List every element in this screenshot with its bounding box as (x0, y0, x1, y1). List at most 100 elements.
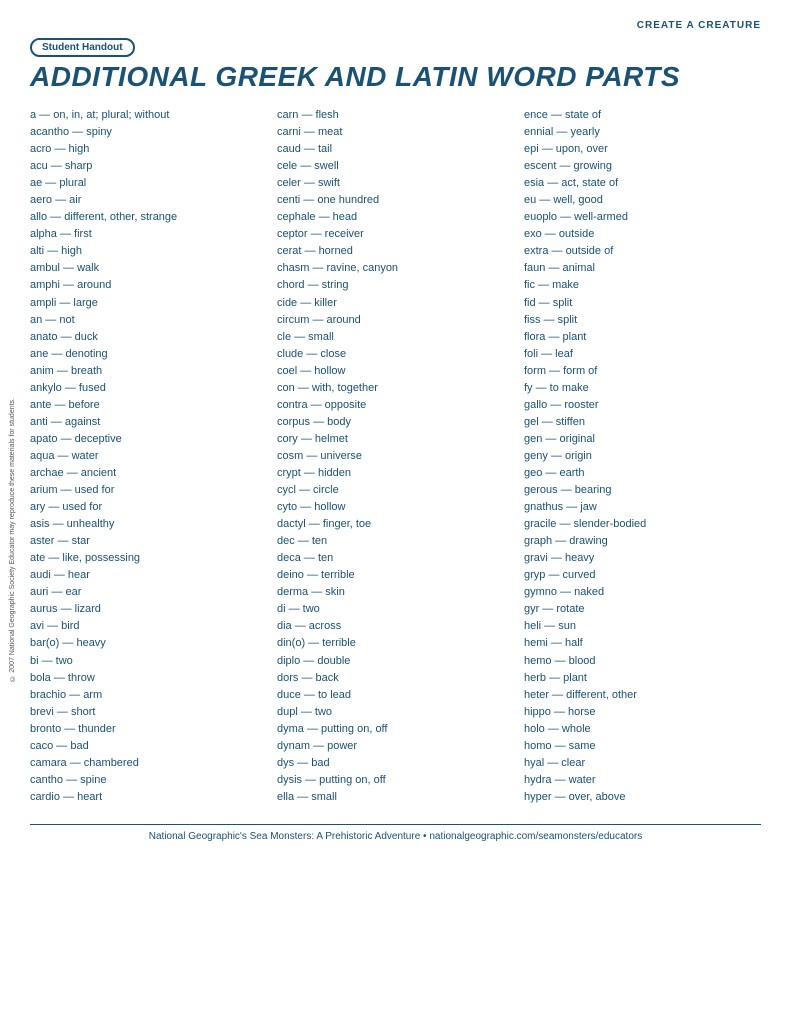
side-copyright: © 2007 National Geographic Society Educa… (8, 398, 17, 682)
list-item: gen — original (524, 431, 761, 448)
list-item: centi — one hundred (277, 192, 514, 209)
list-item: dors — back (277, 670, 514, 687)
list-item: herb — plant (524, 670, 761, 687)
list-item: extra — outside of (524, 243, 761, 260)
list-item: foli — leaf (524, 346, 761, 363)
list-item: cory — helmet (277, 431, 514, 448)
list-item: hyper — over, above (524, 789, 761, 806)
list-item: con — with, together (277, 380, 514, 397)
list-item: cephale — head (277, 209, 514, 226)
list-item: esia — act, state of (524, 175, 761, 192)
badge-label: Student Handout (30, 38, 135, 57)
list-item: cycl — circle (277, 482, 514, 499)
list-item: escent — growing (524, 158, 761, 175)
list-item: clude — close (277, 346, 514, 363)
list-item: geo — earth (524, 465, 761, 482)
list-item: crypt — hidden (277, 465, 514, 482)
list-item: ambul — walk (30, 260, 267, 277)
page-title: ADDITIONAL GREEK AND LATIN WORD PARTS (30, 61, 761, 93)
list-item: arium — used for (30, 482, 267, 499)
list-item: exo — outside (524, 226, 761, 243)
list-item: coel — hollow (277, 363, 514, 380)
list-item: aqua — water (30, 448, 267, 465)
list-item: holo — whole (524, 721, 761, 738)
list-item: form — form of (524, 363, 761, 380)
list-item: archae — ancient (30, 465, 267, 482)
list-item: deino — terrible (277, 567, 514, 584)
list-item: celer — swift (277, 175, 514, 192)
list-item: aero — air (30, 192, 267, 209)
list-item: acro — high (30, 141, 267, 158)
list-item: faun — animal (524, 260, 761, 277)
list-item: a — on, in, at; plural; without (30, 107, 267, 124)
list-item: cerat — horned (277, 243, 514, 260)
list-item: carn — flesh (277, 107, 514, 124)
list-item: brachio — arm (30, 687, 267, 704)
list-item: hemo — blood (524, 653, 761, 670)
list-item: acu — sharp (30, 158, 267, 175)
list-item: euoplo — well-armed (524, 209, 761, 226)
list-item: dysis — putting on, off (277, 772, 514, 789)
list-item: cide — killer (277, 295, 514, 312)
list-item: gravi — heavy (524, 550, 761, 567)
list-item: heli — sun (524, 618, 761, 635)
list-item: heter — different, other (524, 687, 761, 704)
list-item: chasm — ravine, canyon (277, 260, 514, 277)
list-item: audi — hear (30, 567, 267, 584)
list-item: ankylo — fused (30, 380, 267, 397)
list-item: cosm — universe (277, 448, 514, 465)
list-item: ante — before (30, 397, 267, 414)
list-item: gel — stiffen (524, 414, 761, 431)
list-item: contra — opposite (277, 397, 514, 414)
list-item: hydra — water (524, 772, 761, 789)
list-item: brevi — short (30, 704, 267, 721)
list-item: fic — make (524, 277, 761, 294)
list-item: geny — origin (524, 448, 761, 465)
list-item: ence — state of (524, 107, 761, 124)
list-item: anti — against (30, 414, 267, 431)
list-item: carni — meat (277, 124, 514, 141)
list-item: corpus — body (277, 414, 514, 431)
list-item: gymno — naked (524, 584, 761, 601)
list-item: cele — swell (277, 158, 514, 175)
list-item: ceptor — receiver (277, 226, 514, 243)
list-item: homo — same (524, 738, 761, 755)
list-item: avi — bird (30, 618, 267, 635)
list-item: bi — two (30, 653, 267, 670)
list-item: auri — ear (30, 584, 267, 601)
list-item: ary — used for (30, 499, 267, 516)
list-item: diplo — double (277, 653, 514, 670)
list-item: caud — tail (277, 141, 514, 158)
list-item: anim — breath (30, 363, 267, 380)
list-item: ane — denoting (30, 346, 267, 363)
list-item: allo — different, other, strange (30, 209, 267, 226)
list-item: circum — around (277, 312, 514, 329)
list-item: cantho — spine (30, 772, 267, 789)
list-item: deca — ten (277, 550, 514, 567)
list-item: fid — split (524, 295, 761, 312)
list-item: duce — to lead (277, 687, 514, 704)
column-1: a — on, in, at; plural; withoutacantho —… (30, 107, 277, 806)
list-item: aster — star (30, 533, 267, 550)
list-item: hemi — half (524, 635, 761, 652)
list-item: fy — to make (524, 380, 761, 397)
list-item: cle — small (277, 329, 514, 346)
list-item: alti — high (30, 243, 267, 260)
list-item: ate — like, possessing (30, 550, 267, 567)
list-item: gerous — bearing (524, 482, 761, 499)
list-item: chord — string (277, 277, 514, 294)
list-item: acantho — spiny (30, 124, 267, 141)
list-item: eu — well, good (524, 192, 761, 209)
list-item: bar(o) — heavy (30, 635, 267, 652)
list-item: dactyl — finger, toe (277, 516, 514, 533)
list-item: caco — bad (30, 738, 267, 755)
list-item: dyma — putting on, off (277, 721, 514, 738)
list-item: gracile — slender-bodied (524, 516, 761, 533)
list-item: derma — skin (277, 584, 514, 601)
list-item: dys — bad (277, 755, 514, 772)
word-parts-columns: a — on, in, at; plural; withoutacantho —… (30, 107, 761, 806)
page: CREATE A CREATURE Student Handout ADDITI… (0, 0, 791, 882)
list-item: cardio — heart (30, 789, 267, 806)
list-item: ennial — yearly (524, 124, 761, 141)
list-item: amphi — around (30, 277, 267, 294)
